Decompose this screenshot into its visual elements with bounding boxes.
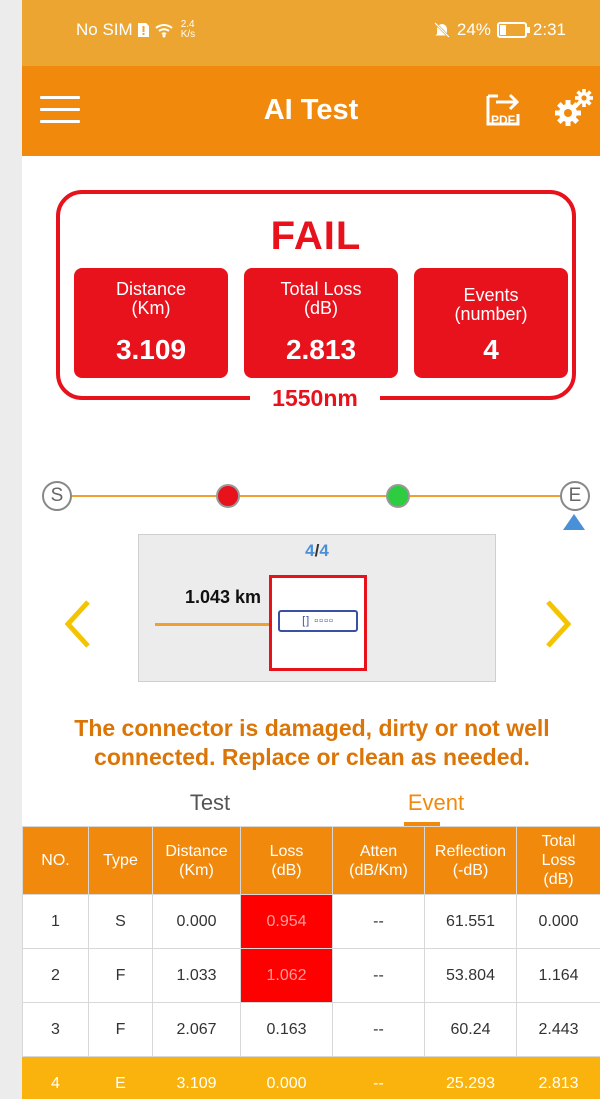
event-distance: 1.043 km: [185, 587, 262, 607]
status-bar: No SIM 2.4 K/s 24% 2:31: [22, 0, 600, 66]
distance-value: 3.109: [115, 334, 187, 365]
cell-reflection: 60.24: [424, 1002, 517, 1057]
col-reflection: Reflection (-dB): [424, 826, 517, 895]
cell-no: 2: [22, 948, 89, 1003]
total-loss-value: 2.813: [285, 334, 357, 365]
clock: 2:31: [532, 20, 566, 39]
cell-total-loss: 2.443: [516, 1002, 600, 1057]
col-no: NO.: [22, 826, 89, 895]
gear-icon: [555, 89, 593, 126]
total-loss-label: Total Loss (dB): [280, 279, 362, 318]
cell-atten: --: [332, 1002, 425, 1057]
result-summary: FAIL Distance (Km) 3.109 Total Loss (dB)…: [56, 190, 576, 412]
col-type: Type: [88, 826, 153, 895]
battery-icon: [496, 22, 530, 38]
cell-atten: --: [332, 948, 425, 1003]
fiber-track: [70, 495, 560, 497]
tab-test[interactable]: Test: [110, 790, 310, 816]
screen: No SIM 2.4 K/s 24% 2:31 AI Test PDF FAIL…: [22, 0, 600, 1099]
cell-type: F: [88, 948, 153, 1003]
table-row[interactable]: 1 S 0.000 0.954 -- 61.551 0.000: [22, 894, 600, 949]
export-pdf-button[interactable]: PDF: [482, 82, 526, 130]
event-dot-pass[interactable]: [386, 484, 410, 508]
cell-distance: 3.109: [152, 1056, 241, 1099]
distance-label: Distance (Km): [115, 279, 187, 318]
total-loss-card: Total Loss (dB) 2.813: [244, 268, 398, 378]
event-table: NO. Type Distance (Km) Loss (dB) Atten (…: [22, 826, 600, 1099]
settings-button[interactable]: [552, 86, 596, 130]
cell-loss: 0.954: [240, 894, 333, 949]
events-value: 4: [483, 334, 499, 365]
end-point[interactable]: E: [560, 481, 590, 511]
next-event-button[interactable]: [538, 596, 578, 652]
cell-no: 3: [22, 1002, 89, 1057]
cell-distance: 0.000: [152, 894, 241, 949]
events-card: Events (number) 4: [414, 268, 568, 378]
connector-icon: [] ▫▫▫▫: [278, 610, 358, 632]
cell-reflection: 61.551: [424, 894, 517, 949]
cell-loss: 0.000: [240, 1056, 333, 1099]
sim-alert-icon: [137, 23, 149, 37]
table-row[interactable]: 3 F 2.067 0.163 -- 60.24 2.443: [22, 1002, 600, 1057]
event-dot-fail[interactable]: [216, 484, 240, 508]
col-loss: Loss (dB): [240, 826, 333, 895]
cell-total-loss: 0.000: [516, 894, 600, 949]
table-row[interactable]: 2 F 1.033 1.062 -- 53.804 1.164: [22, 948, 600, 1003]
cell-loss: 1.062: [240, 948, 333, 1003]
wavelength-label: 1550nm: [250, 385, 380, 412]
cell-total-loss: 2.813: [516, 1056, 600, 1099]
cell-type: E: [88, 1056, 153, 1099]
tab-event[interactable]: Event: [336, 790, 536, 816]
cell-type: S: [88, 894, 153, 949]
cell-no: 4: [22, 1056, 89, 1099]
battery-text: 24%: [456, 20, 491, 39]
svg-text:PDF: PDF: [491, 113, 515, 127]
event-detail-panel: 4/4 1.043 km [] ▫▫▫▫: [138, 534, 496, 682]
cell-reflection: 25.293: [424, 1056, 517, 1099]
app-bar: AI Test PDF: [22, 66, 600, 156]
mute-bell-icon: [433, 22, 450, 38]
fiber-segment: [155, 623, 271, 626]
connector-frame: [] ▫▫▫▫: [269, 575, 367, 671]
carrier-text: No SIM: [76, 20, 133, 39]
col-distance: Distance (Km): [152, 826, 241, 895]
cell-distance: 2.067: [152, 1002, 241, 1057]
cell-distance: 1.033: [152, 948, 241, 1003]
cell-loss: 0.163: [240, 1002, 333, 1057]
events-label: Events (number): [454, 285, 528, 324]
col-total-loss: Total Loss (dB): [516, 826, 600, 895]
cell-atten: --: [332, 894, 425, 949]
cell-no: 1: [22, 894, 89, 949]
table-header: NO. Type Distance (Km) Loss (dB) Atten (…: [22, 826, 600, 895]
chevron-right-icon: [546, 600, 572, 648]
cell-total-loss: 1.164: [516, 948, 600, 1003]
table-row-selected[interactable]: 4 E 3.109 0.000 -- 25.293 2.813: [22, 1056, 600, 1099]
col-atten: Atten (dB/Km): [332, 826, 425, 895]
view-tabs: Test Event: [22, 786, 600, 826]
network-speed: 2.4 K/s: [180, 19, 196, 40]
selected-event-marker: [563, 514, 585, 530]
verdict-text: FAIL: [270, 214, 362, 258]
battery-level: [499, 25, 506, 35]
diagnosis-message: The connector is damaged, dirty or not w…: [74, 715, 550, 770]
pdf-export-icon: PDF: [486, 93, 520, 127]
wifi-icon: [155, 24, 173, 38]
previous-event-button[interactable]: [58, 596, 98, 652]
cell-type: F: [88, 1002, 153, 1057]
start-point[interactable]: S: [42, 481, 72, 511]
cell-atten: --: [332, 1056, 425, 1099]
cell-reflection: 53.804: [424, 948, 517, 1003]
event-map: S E: [22, 470, 600, 540]
chevron-left-icon: [64, 600, 90, 648]
distance-card: Distance (Km) 3.109: [74, 268, 228, 378]
event-counter: 4/4: [305, 541, 329, 560]
